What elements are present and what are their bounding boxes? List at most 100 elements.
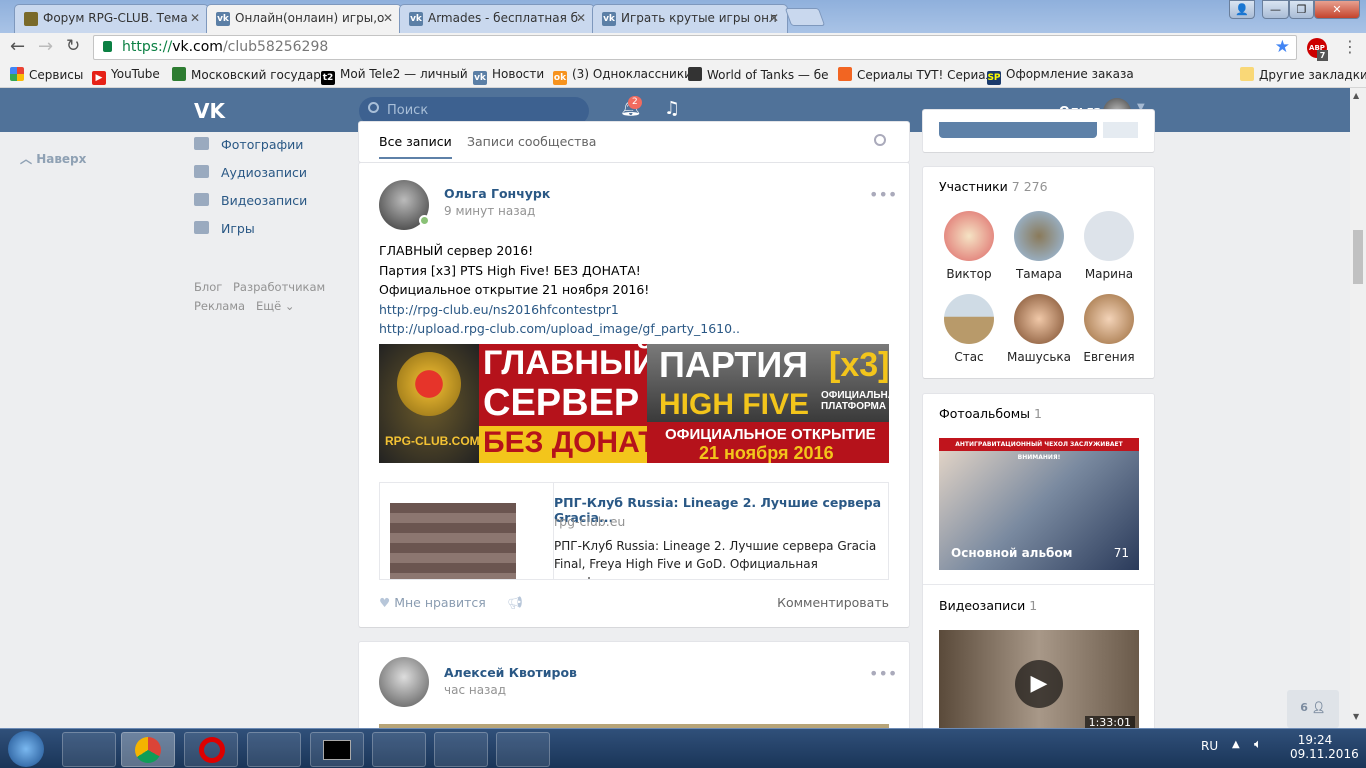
address-bar[interactable]: https://vk.com/club58256298 ★ [93, 35, 1297, 60]
forward-icon[interactable]: → [38, 36, 53, 57]
bookmark-star-icon[interactable]: ★ [1275, 37, 1290, 57]
member-avatar [1084, 294, 1134, 344]
link-snippet[interactable]: РПГ-Клуб Russia: Lineage 2. Лучшие серве… [379, 482, 889, 580]
vk-logo[interactable]: VK [194, 99, 225, 123]
search-icon[interactable] [874, 134, 886, 146]
snippet-thumbnail [390, 503, 516, 579]
member[interactable]: Стас [934, 294, 1004, 364]
tele2-icon: t2 [321, 71, 335, 85]
post-author[interactable]: Ольга Гончурк [444, 186, 550, 201]
back-icon[interactable]: ← [10, 36, 25, 57]
opera-icon[interactable] [184, 732, 238, 767]
online-friends-button[interactable]: 6 👤︎ [1287, 690, 1339, 728]
tab-armades[interactable]: vk Armades - бесплатная б ✕ [399, 4, 595, 33]
more-icon[interactable]: ••• [869, 664, 897, 683]
close-icon[interactable]: ✕ [576, 11, 586, 25]
album-cover[interactable]: АНТИГРАВИТАЦИОННЫЙ ЧЕХОЛ ЗАСЛУЖИВАЕТ ВНИ… [939, 438, 1139, 570]
footer-blog[interactable]: Блог [194, 280, 222, 294]
clock[interactable]: 19:24 09.11.2016 [1290, 733, 1359, 761]
video-thumbnail[interactable]: ▶ 1:33:01 [939, 630, 1139, 730]
videos-header[interactable]: Видеозаписи 1 [939, 598, 1037, 613]
member[interactable]: Виктор [934, 211, 1004, 281]
albums-header[interactable]: Фотоальбомы 1 [939, 406, 1042, 421]
tab-community-posts[interactable]: Записи сообщества [467, 134, 596, 149]
bell-icon[interactable]: 🔔︎2 [620, 96, 642, 118]
tab-vk-active[interactable]: vk Онлайн(онлаин) игры,о ✕ [206, 4, 402, 33]
profile-icon[interactable]: 👤 [1229, 0, 1255, 19]
star-emblem-icon [397, 352, 461, 416]
members-header[interactable]: Участники 7 276 [939, 179, 1048, 194]
back-to-top-link[interactable]: ︿ Наверх [20, 150, 86, 167]
adblock-icon[interactable]: ABP 7 [1307, 38, 1328, 61]
play-icon[interactable]: ▶ [1015, 660, 1063, 708]
volume-icon[interactable]: 🔈︎ [1254, 737, 1262, 752]
post-link[interactable]: http://rpg-club.eu/ns2016hfcontestpr1 [379, 300, 740, 320]
nav-video[interactable]: Видеозаписи [194, 193, 307, 208]
bookmark-order[interactable]: SP Оформление заказа [987, 67, 1134, 85]
other-bookmarks[interactable]: Другие закладки [1240, 67, 1366, 82]
join-button[interactable] [939, 122, 1097, 138]
footer-more[interactable]: Ещё ⌄ [256, 299, 294, 313]
notepad-icon[interactable] [434, 732, 488, 767]
close-icon[interactable]: ✕ [383, 11, 393, 25]
footer-developers[interactable]: Разработчикам [233, 280, 325, 294]
tab-strip: Форум RPG-CLUB. Тема ✕ vk Онлайн(онлаин) и… [0, 0, 1366, 33]
tray-expand-icon[interactable]: ▲ [1232, 739, 1240, 750]
bookmark-msu[interactable]: Московский государ [172, 67, 321, 82]
close-icon[interactable]: ✕ [769, 11, 779, 25]
more-button[interactable] [1103, 122, 1138, 138]
bookmark-odnoklassniki[interactable]: ok (3) Одноклассники [553, 67, 692, 85]
media-card: Фотоальбомы 1 АНТИГРАВИТАЦИОННЫЙ ЧЕХОЛ З… [923, 394, 1154, 744]
maximize-button[interactable]: ❐ [1289, 0, 1314, 19]
close-window-button[interactable]: ✕ [1314, 0, 1360, 19]
post-author[interactable]: Алексей Квотиров [444, 665, 577, 680]
member[interactable]: Тамара [1004, 211, 1074, 281]
snippet-description: РПГ-Клуб Russia: Lineage 2. Лучшие серве… [554, 539, 877, 579]
bookmark-services[interactable]: Сервисы [10, 67, 83, 82]
scrollbar[interactable]: ▲ ▼ [1350, 88, 1366, 728]
paint-icon[interactable] [496, 732, 550, 767]
bookmark-vk-news[interactable]: vk Новости [473, 67, 544, 85]
member[interactable]: Марина [1074, 211, 1144, 281]
film-icon [194, 193, 209, 206]
start-button[interactable] [8, 731, 44, 767]
bookmark-tele2[interactable]: t2 Мой Tele2 — личный [321, 67, 468, 85]
bookmark-wot[interactable]: World of Tanks — бе [688, 67, 829, 82]
member[interactable]: Машуська [1004, 294, 1074, 364]
close-icon[interactable]: ✕ [190, 11, 200, 25]
footer-ads[interactable]: Реклама [194, 299, 245, 313]
like-button[interactable]: ♥ Мне нравится [379, 595, 486, 610]
language-indicator[interactable]: RU [1201, 739, 1218, 753]
minimize-button[interactable]: — [1262, 0, 1289, 19]
share-megaphone-icon[interactable]: 📢︎ [507, 595, 523, 611]
nav-games[interactable]: Игры [194, 221, 255, 236]
reload-icon[interactable]: ↻ [66, 36, 80, 56]
ok-icon: ok [553, 71, 567, 85]
cmd-icon[interactable] [310, 732, 364, 767]
search-input[interactable]: Поиск [359, 97, 589, 125]
tab-games[interactable]: vk Играть крутые игры онл ✕ [592, 4, 788, 33]
bookmark-youtube[interactable]: ▶ YouTube [92, 67, 160, 85]
music-icon[interactable]: ♫ [664, 98, 680, 119]
comment-button[interactable]: Комментировать [777, 595, 889, 610]
explorer-icon[interactable] [62, 732, 116, 767]
nav-audio[interactable]: Аудиозаписи [194, 165, 307, 180]
scrollbar-thumb[interactable] [1353, 230, 1363, 284]
more-icon[interactable]: ••• [869, 185, 897, 204]
post-banner-image[interactable]: RPG-CLUB.COM ГЛАВНЫЙ СЕРВЕР БЕЗ ДОНАТА П… [379, 344, 889, 463]
post-time[interactable]: 9 минут назад [444, 204, 535, 218]
author-avatar[interactable] [379, 657, 429, 707]
itunes-icon[interactable] [247, 732, 301, 767]
member[interactable]: Евгения [1074, 294, 1144, 364]
user-icon: 👤︎ [1311, 701, 1326, 714]
menu-icon[interactable]: ⋮ [1342, 37, 1358, 56]
control-panel-icon[interactable] [372, 732, 426, 767]
post-time[interactable]: час назад [444, 683, 506, 697]
bookmark-serials[interactable]: Сериалы ТУТ! Сериал [838, 67, 993, 82]
post-link[interactable]: http://upload.rpg-club.com/upload_image/… [379, 319, 740, 339]
tab-forum[interactable]: Форум RPG-CLUB. Тема ✕ [14, 4, 209, 33]
chrome-icon[interactable] [121, 732, 175, 767]
new-tab-button[interactable] [784, 8, 826, 26]
nav-photos[interactable]: Фотографии [194, 137, 303, 152]
tab-all-posts[interactable]: Все записи [379, 134, 452, 159]
